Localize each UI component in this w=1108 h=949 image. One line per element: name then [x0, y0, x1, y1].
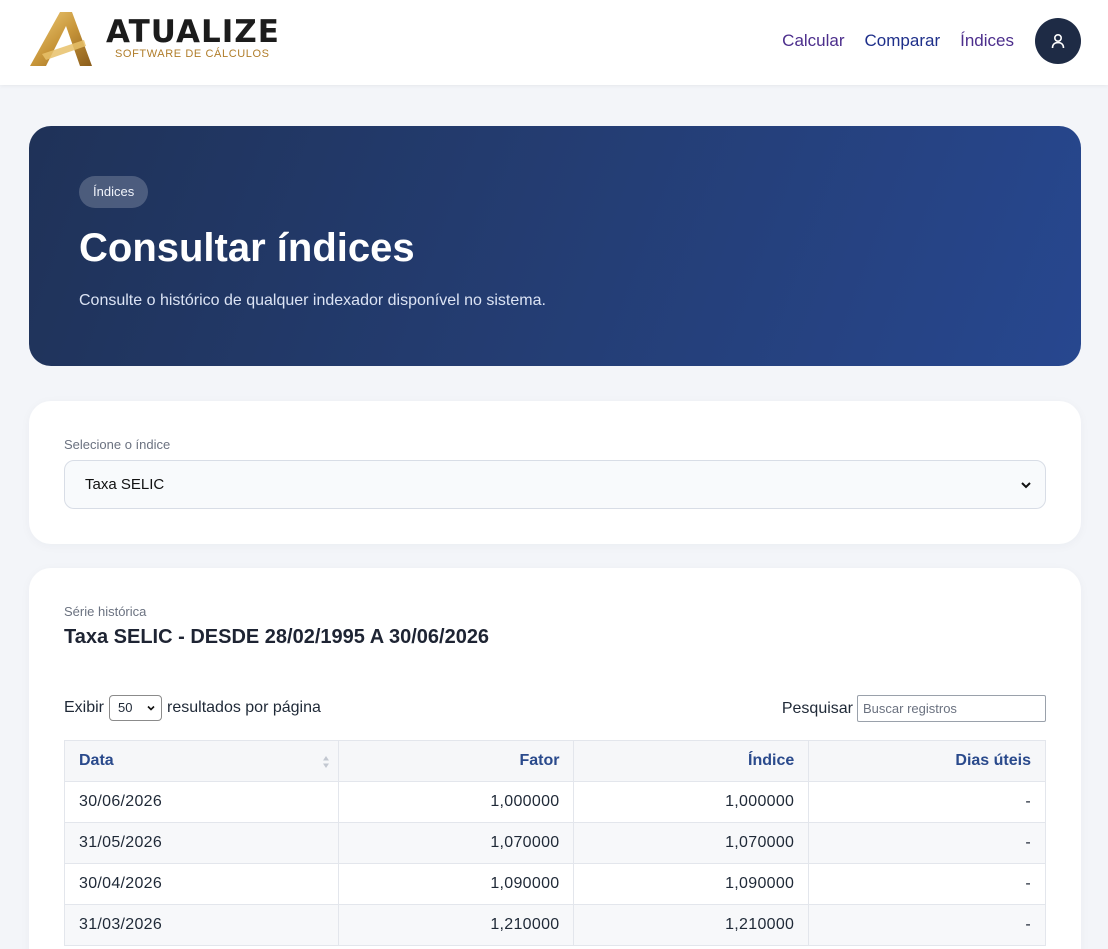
cell-dias-uteis: - [808, 863, 1046, 905]
nav-link-comparar[interactable]: Comparar [865, 31, 941, 51]
cell-dias-uteis: - [808, 781, 1046, 823]
logo-name: ATUALIZE [106, 14, 280, 50]
page-length-prefix: Exibir [64, 699, 105, 716]
chevron-down-icon [147, 705, 155, 711]
nav-link-calcular[interactable]: Calcular [782, 31, 844, 51]
table-row: 30/06/2026 1,000000 1,000000 - [64, 781, 1046, 823]
page-title: Consultar índices [79, 226, 415, 270]
page-length-select[interactable]: 50 [109, 695, 163, 721]
sort-icon [322, 756, 329, 768]
cell-indice: 1,090000 [573, 863, 810, 905]
cell-fator: 1,210000 [337, 904, 575, 946]
page-subtitle: Consulte o histórico de qualquer indexad… [79, 292, 546, 309]
atualize-logo[interactable]: ATUALIZE SOFTWARE DE CÁLCULOS [28, 10, 288, 68]
table-row: 31/03/2026 1,210000 1,210000 - [64, 904, 1046, 946]
index-selector-card: Selecione o índice Taxa SELIC [29, 401, 1081, 544]
index-select-label: Selecione o índice [64, 437, 171, 452]
cell-dias-uteis: - [808, 822, 1046, 864]
cell-dias-uteis: - [808, 904, 1046, 946]
index-select-value: Taxa SELIC [85, 476, 165, 493]
table-search: Pesquisar [782, 695, 1046, 722]
column-header-indice[interactable]: Índice [573, 740, 810, 782]
cell-data: 30/04/2026 [64, 863, 339, 905]
cell-indice: 1,210000 [573, 904, 810, 946]
historical-series-card: Série histórica Taxa SELIC - DESDE 28/02… [29, 568, 1081, 949]
cell-data: 30/06/2026 [64, 781, 339, 823]
cell-fator: 1,000000 [337, 781, 575, 823]
hero-banner: Índices Consultar índices Consulte o his… [29, 126, 1081, 366]
index-select[interactable]: Taxa SELIC [64, 460, 1046, 509]
user-icon [1051, 33, 1065, 49]
cell-fator: 1,090000 [337, 863, 575, 905]
cell-data: 31/05/2026 [64, 822, 339, 864]
column-header-data[interactable]: Data [64, 740, 339, 782]
cell-indice: 1,000000 [573, 781, 810, 823]
user-menu-button[interactable] [1035, 18, 1081, 64]
series-overline: Série histórica [64, 604, 147, 619]
table-header-row: Data Fator Índice Dias úteis [64, 740, 1046, 782]
top-navbar: ATUALIZE SOFTWARE DE CÁLCULOS Calcular C… [0, 0, 1108, 85]
column-header-dias-uteis[interactable]: Dias úteis [808, 740, 1046, 782]
cell-data: 31/03/2026 [64, 904, 339, 946]
cell-indice: 1,070000 [573, 822, 810, 864]
column-header-fator[interactable]: Fator [337, 740, 575, 782]
main-nav: Calcular Comparar Índices [782, 31, 1014, 51]
logo-a-mark-icon [30, 12, 92, 66]
index-history-table: Data Fator Índice Dias úteis 30/06/2026 … [64, 740, 1046, 946]
page-length-control: Exibir 50 resultados por página [64, 695, 321, 721]
nav-link-indices[interactable]: Índices [960, 31, 1014, 51]
chevron-down-icon [1021, 482, 1031, 489]
column-header-label: Data [79, 752, 114, 769]
search-label: Pesquisar [781, 699, 853, 717]
search-input[interactable] [857, 695, 1046, 722]
page-length-value: 50 [118, 700, 133, 715]
table-row: 30/04/2026 1,090000 1,090000 - [64, 863, 1046, 905]
logo-tagline: SOFTWARE DE CÁLCULOS [115, 48, 270, 60]
page-length-suffix: resultados por página [167, 699, 321, 716]
section-badge: Índices [79, 176, 149, 208]
table-row: 31/05/2026 1,070000 1,070000 - [64, 822, 1046, 864]
series-title: Taxa SELIC - DESDE 28/02/1995 A 30/06/20… [64, 626, 490, 648]
cell-fator: 1,070000 [337, 822, 575, 864]
